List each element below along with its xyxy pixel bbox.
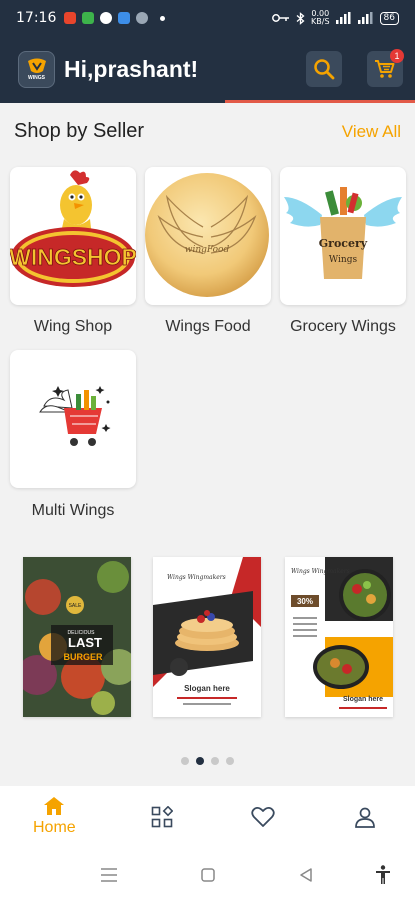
seller-card-grocery-wings[interactable]: Grocery Wings xyxy=(280,167,406,305)
grocery-wings-logo: Grocery Wings xyxy=(284,187,402,279)
wings-food-logo-text: wingFood xyxy=(185,245,230,255)
app-header: WINGS Hi,prashant! 1 xyxy=(0,36,415,102)
banner3-discount: 30% xyxy=(297,597,313,606)
notification-app-icon xyxy=(118,12,131,24)
wing-shop-logo-text: WINGSHOP xyxy=(10,244,136,270)
seller-name[interactable]: Grocery Wings xyxy=(275,318,411,336)
notification-app-icon xyxy=(64,12,77,24)
heart-icon xyxy=(251,807,275,827)
nav-home-label: Home xyxy=(33,819,76,836)
notification-play-icon xyxy=(100,12,113,24)
profile-icon xyxy=(355,807,375,828)
recent-apps-icon[interactable] xyxy=(101,868,117,882)
search-icon xyxy=(314,59,335,80)
section-title: Shop by Seller xyxy=(14,120,145,142)
nav-profile[interactable] xyxy=(354,806,376,828)
key-icon xyxy=(272,14,290,22)
battery-indicator: 86 xyxy=(379,11,399,25)
view-all-link[interactable]: View All xyxy=(342,122,401,142)
wings-food-logo: wingFood xyxy=(145,173,269,297)
system-navigation-bar xyxy=(0,850,415,900)
nav-home[interactable]: Home xyxy=(33,796,76,837)
more-notifications-icon xyxy=(160,15,166,21)
banner1-badge: SALE xyxy=(69,603,82,609)
promo-banner-3[interactable]: Wings Wingmakers 30% Slogan here xyxy=(285,557,393,717)
burger-banner-image: DELICIOUS LAST BURGER SALE xyxy=(23,557,131,717)
nav-categories[interactable] xyxy=(151,806,173,828)
grocery-logo-text: Grocery xyxy=(319,237,368,250)
back-icon[interactable] xyxy=(299,868,313,882)
banner1-title: LAST xyxy=(68,635,102,650)
bottom-navigation: Home xyxy=(0,786,415,850)
seller-card-multi-wings[interactable] xyxy=(10,350,136,488)
banner3-slogan: Slogan here xyxy=(343,696,383,703)
header-accent-line xyxy=(0,100,415,103)
nav-wishlist[interactable] xyxy=(251,806,275,828)
bluetooth-icon xyxy=(296,11,305,25)
status-indicators: 0.00 KB/S 86 xyxy=(272,10,399,26)
seller-card-wings-food[interactable]: wingFood xyxy=(145,167,271,305)
signal-icon xyxy=(335,12,351,24)
shop-by-seller-header: Shop by Seller View All xyxy=(14,120,401,143)
search-button[interactable] xyxy=(306,51,342,87)
wings-logo-icon xyxy=(27,58,46,73)
banner3-brand: Wings Wingmakers xyxy=(291,568,350,575)
carousel-dot-active[interactable] xyxy=(196,757,204,765)
app-logo[interactable]: WINGS xyxy=(18,50,55,88)
home-system-icon[interactable] xyxy=(201,868,215,882)
seller-name[interactable]: Wings Food xyxy=(140,318,276,336)
accessibility-icon[interactable] xyxy=(375,865,391,885)
banner2-slogan: Slogan here xyxy=(184,684,230,693)
cart-button[interactable]: 1 xyxy=(367,49,404,87)
wing-shop-logo: WINGSHOP xyxy=(10,170,136,287)
grocery-logo-subtext: Wings xyxy=(329,255,358,265)
seller-card-wing-shop[interactable]: WINGSHOP xyxy=(10,167,136,305)
pancake-banner-image: Wings Wingmakers Slogan here xyxy=(153,557,261,717)
promo-banner-2[interactable]: Wings Wingmakers Slogan here xyxy=(153,557,261,717)
multi-wings-logo xyxy=(39,386,111,446)
salad-banner-image: Wings Wingmakers 30% Slogan here xyxy=(285,557,393,717)
status-time: 17:16 xyxy=(16,10,57,26)
carousel-dot[interactable] xyxy=(211,757,219,765)
banner2-brand: Wings Wingmakers xyxy=(167,574,226,581)
carousel-dot[interactable] xyxy=(226,757,234,765)
greeting-title: Hi,prashant! xyxy=(64,55,199,82)
carousel-dot[interactable] xyxy=(181,757,189,765)
promo-banner-1[interactable]: DELICIOUS LAST BURGER SALE xyxy=(23,557,131,717)
notification-app-icon xyxy=(82,12,95,24)
network-speed: 0.00 KB/S xyxy=(311,9,330,26)
signal-icon xyxy=(357,12,373,24)
cart-count-badge: 1 xyxy=(390,49,404,63)
categories-icon xyxy=(151,806,173,828)
seller-name[interactable]: Multi Wings xyxy=(5,502,141,520)
seller-name[interactable]: Wing Shop xyxy=(5,318,141,336)
banner1-subtitle: BURGER xyxy=(63,652,103,662)
status-bar: 17:16 0.00 KB/S 86 xyxy=(0,0,415,36)
notification-app-icon xyxy=(136,12,149,24)
home-icon xyxy=(44,797,65,815)
carousel-indicator xyxy=(181,757,234,765)
logo-text: WINGS xyxy=(28,75,45,81)
